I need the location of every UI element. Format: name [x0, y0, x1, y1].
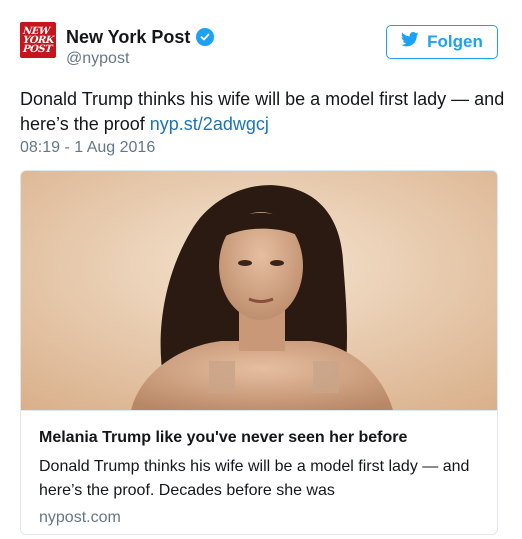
- card-title[interactable]: Melania Trump like you've never seen her…: [39, 427, 481, 449]
- link-card[interactable]: Melania Trump like you've never seen her…: [20, 170, 498, 535]
- avatar-line-3: POST: [22, 43, 53, 55]
- tweet-link[interactable]: nyp.st/2adwgcj: [150, 114, 269, 134]
- follow-button-label: Folgen: [427, 32, 483, 51]
- card-domain: nypost.com: [39, 509, 121, 526]
- verified-badge-icon: [196, 28, 215, 46]
- embedded-tweet: NEW YORK POST New York Post @nypost Folg…: [0, 0, 522, 539]
- twitter-bird-icon: [401, 32, 419, 52]
- author-name[interactable]: New York Post: [66, 27, 190, 48]
- tweet-timestamp[interactable]: 08:19 - 1 Aug 2016: [20, 139, 155, 157]
- author-block: New York Post @nypost: [66, 26, 215, 68]
- card-body: Melania Trump like you've never seen her…: [21, 410, 497, 527]
- card-photo: [21, 171, 497, 410]
- avatar[interactable]: NEW YORK POST: [20, 22, 56, 58]
- follow-button[interactable]: Folgen: [386, 25, 498, 59]
- card-image[interactable]: [21, 171, 497, 410]
- card-description: Donald Trump thinks his wife will be a m…: [39, 458, 470, 499]
- author-handle[interactable]: @nypost: [66, 50, 214, 68]
- tweet-text: Donald Trump thinks his wife will be a m…: [20, 87, 510, 137]
